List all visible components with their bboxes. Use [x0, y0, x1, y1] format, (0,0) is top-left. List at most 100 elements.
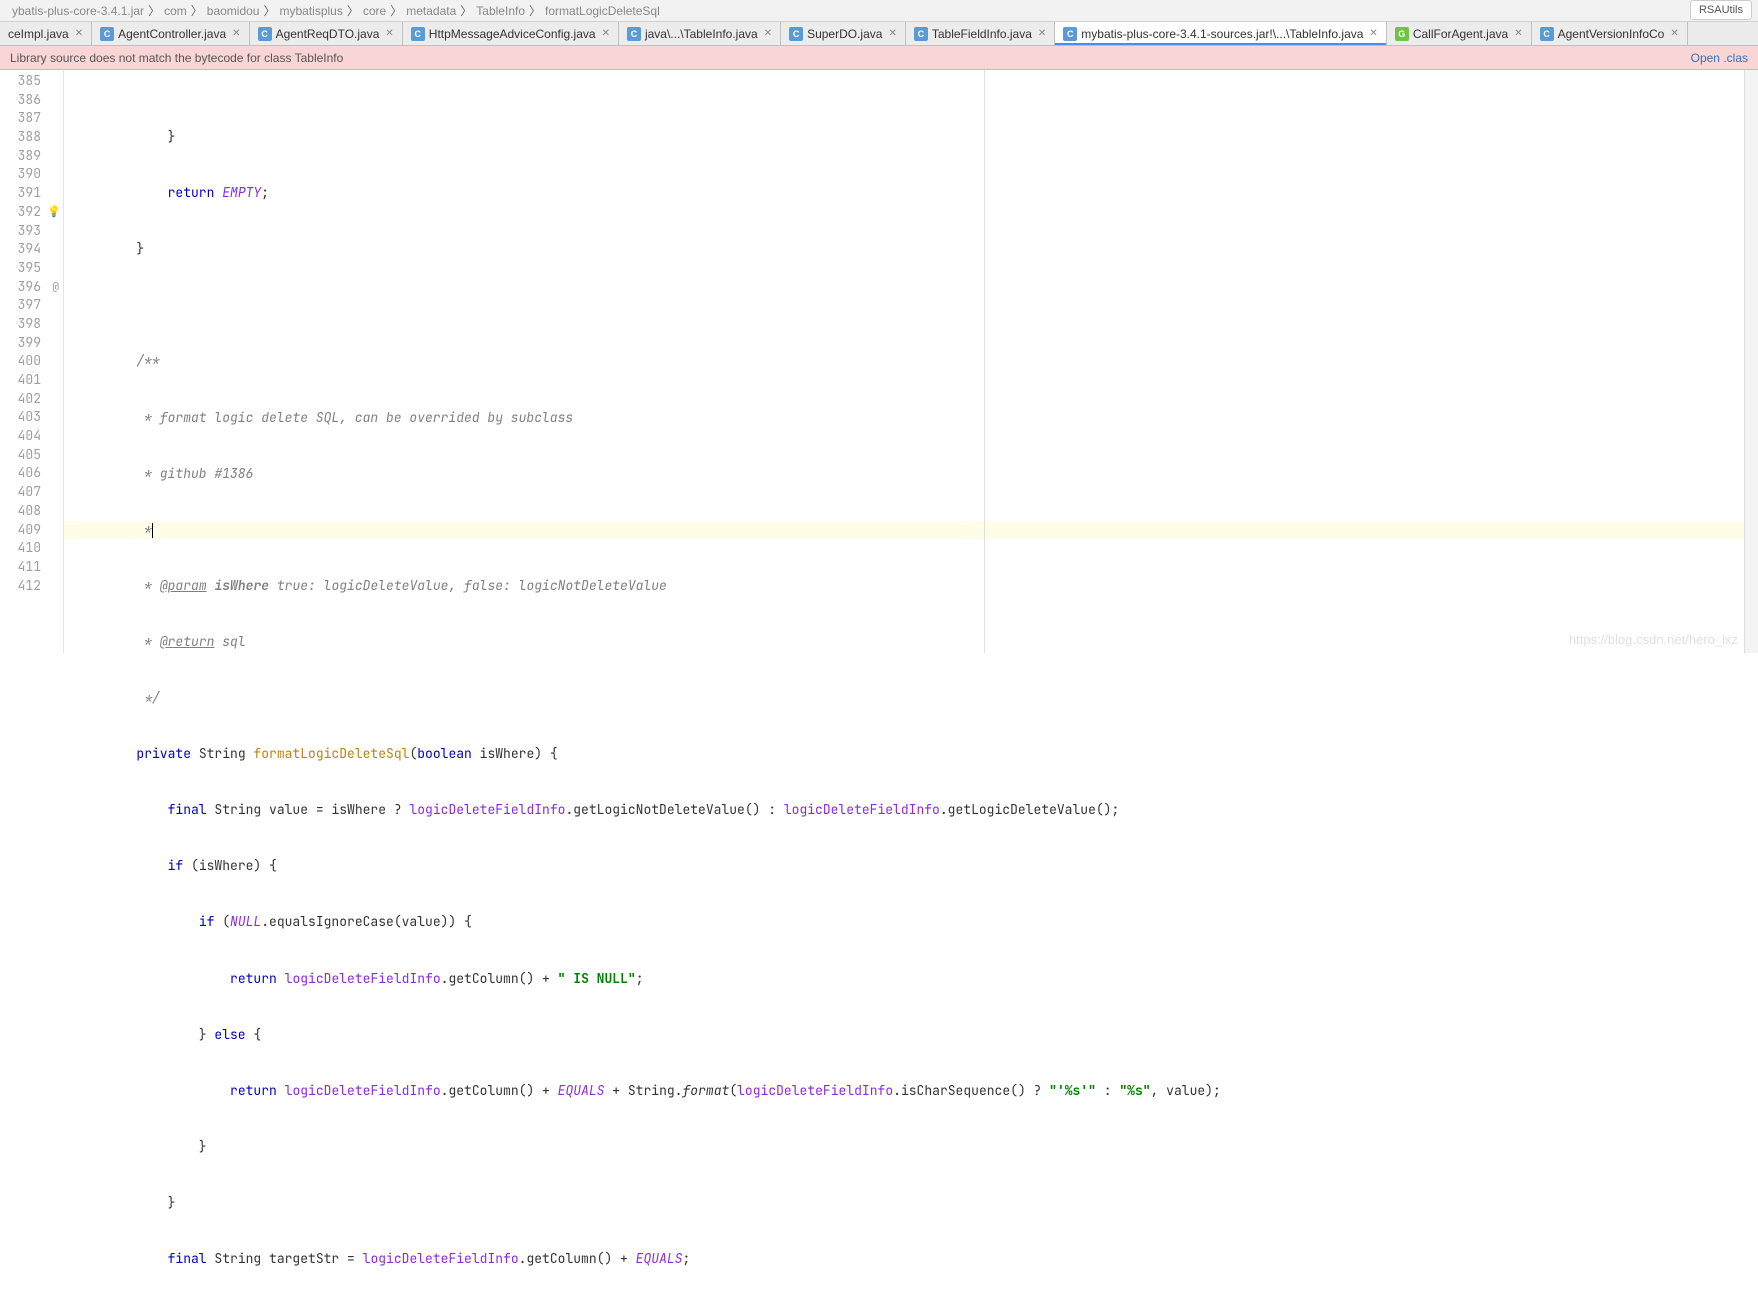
- line-386: return EMPTY;: [74, 184, 1758, 203]
- tab-6[interactable]: CTableFieldInfo.java✕: [906, 22, 1055, 45]
- watermark-text: https://blog.csdn.net/hero_lxz: [1569, 632, 1738, 647]
- tab-4[interactable]: Cjava\...\TableInfo.java✕: [619, 22, 781, 45]
- line-number-408[interactable]: 408: [0, 502, 63, 521]
- line-number-385[interactable]: 385: [0, 72, 63, 91]
- file-type-icon: C: [1063, 27, 1077, 41]
- line-number-396[interactable]: 396: [0, 278, 63, 297]
- line-391: * github #1386: [74, 465, 1758, 484]
- line-390: * format logic delete SQL, can be overri…: [74, 409, 1758, 428]
- line-number-406[interactable]: 406: [0, 464, 63, 483]
- line-399: if (NULL.equalsIgnoreCase(value)) {: [74, 913, 1758, 932]
- line-number-392[interactable]: 392: [0, 203, 63, 222]
- close-icon[interactable]: ✕: [764, 28, 772, 39]
- line-number-407[interactable]: 407: [0, 483, 63, 502]
- tab-8[interactable]: GCallForAgent.java✕: [1387, 22, 1532, 45]
- line-398: if (isWhere) {: [74, 857, 1758, 876]
- line-number-387[interactable]: 387: [0, 109, 63, 128]
- line-number-388[interactable]: 388: [0, 128, 63, 147]
- banner-text: Library source does not match the byteco…: [10, 51, 343, 65]
- close-icon[interactable]: ✕: [1514, 28, 1522, 39]
- crumb-core[interactable]: core: [363, 4, 386, 18]
- line-388: [74, 296, 1758, 315]
- line-number-398[interactable]: 398: [0, 315, 63, 334]
- line-404: }: [74, 1194, 1758, 1213]
- tab-label: HttpMessageAdviceConfig.java: [429, 27, 596, 41]
- line-number-412[interactable]: 412: [0, 577, 63, 596]
- line-number-410[interactable]: 410: [0, 539, 63, 558]
- line-number-390[interactable]: 390: [0, 165, 63, 184]
- line-number-409[interactable]: 409: [0, 521, 63, 540]
- line-number-400[interactable]: 400: [0, 352, 63, 371]
- line-393: * @param isWhere true: logicDeleteValue,…: [74, 577, 1758, 596]
- text-caret: [152, 523, 153, 538]
- close-icon[interactable]: ✕: [888, 28, 896, 39]
- close-icon[interactable]: ✕: [1038, 28, 1046, 39]
- line-number-386[interactable]: 386: [0, 91, 63, 110]
- line-number-394[interactable]: 394: [0, 240, 63, 259]
- line-392-caret[interactable]: *: [64, 521, 1748, 540]
- tab-1[interactable]: C AgentController.java ✕: [92, 22, 249, 45]
- file-type-icon: G: [1395, 27, 1409, 41]
- crumb-metadata[interactable]: metadata: [406, 4, 456, 18]
- line-number-411[interactable]: 411: [0, 558, 63, 577]
- line-387: }: [74, 240, 1758, 259]
- code-area[interactable]: } return EMPTY; } /** * format logic del…: [64, 70, 1758, 653]
- vertical-scrollbar[interactable]: [1744, 70, 1758, 653]
- line-number-403[interactable]: 403: [0, 408, 63, 427]
- close-icon[interactable]: ✕: [75, 28, 83, 39]
- line-405: final String targetStr = logicDeleteFiel…: [74, 1250, 1758, 1269]
- tab-0[interactable]: ceImpl.java ✕: [0, 22, 92, 45]
- line-number-399[interactable]: 399: [0, 334, 63, 353]
- source-mismatch-banner: Library source does not match the byteco…: [0, 46, 1758, 70]
- close-icon[interactable]: ✕: [232, 28, 240, 39]
- line-400: return logicDeleteFieldInfo.getColumn() …: [74, 970, 1758, 989]
- tab-label: AgentVersionInfoCo: [1558, 27, 1665, 41]
- file-type-icon: C: [100, 27, 114, 41]
- tab-label: ceImpl.java: [8, 27, 69, 41]
- tab-label: java\...\TableInfo.java: [645, 27, 758, 41]
- crumb-class[interactable]: TableInfo: [476, 4, 525, 18]
- line-396: private String formatLogicDeleteSql(bool…: [74, 745, 1758, 764]
- close-icon[interactable]: ✕: [1670, 28, 1678, 39]
- code-editor[interactable]: 3853863873883893903913923933943953963973…: [0, 70, 1758, 653]
- line-number-389[interactable]: 389: [0, 147, 63, 166]
- tab-5[interactable]: C SuperDO.java ✕: [781, 22, 906, 45]
- crumb-mybatisplus[interactable]: mybatisplus: [280, 4, 343, 18]
- line-number-395[interactable]: 395: [0, 259, 63, 278]
- close-icon[interactable]: ✕: [385, 28, 393, 39]
- crumb-baomidou[interactable]: baomidou: [207, 4, 260, 18]
- file-type-icon: C: [411, 27, 425, 41]
- crumb-com[interactable]: com: [164, 4, 187, 18]
- open-class-link[interactable]: Open .clas: [1691, 51, 1748, 65]
- line-number-402[interactable]: 402: [0, 390, 63, 409]
- crumb-method[interactable]: formatLogicDeleteSql: [545, 4, 660, 18]
- file-type-icon: C: [258, 27, 272, 41]
- tab-label: AgentReqDTO.java: [276, 27, 380, 41]
- tab-label: SuperDO.java: [807, 27, 882, 41]
- breadcrumb: ybatis-plus-core-3.4.1.jar〉 com〉 baomido…: [0, 0, 1758, 22]
- tab-7[interactable]: Cmybatis-plus-core-3.4.1-sources.jar!\..…: [1055, 22, 1387, 45]
- tab-label: AgentController.java: [118, 27, 226, 41]
- line-number-401[interactable]: 401: [0, 371, 63, 390]
- close-icon[interactable]: ✕: [1369, 28, 1377, 39]
- line-389: /**: [74, 352, 1758, 371]
- tab-2[interactable]: C AgentReqDTO.java ✕: [250, 22, 403, 45]
- tab-label: mybatis-plus-core-3.4.1-sources.jar!\...…: [1081, 27, 1363, 41]
- right-margin-line: [984, 70, 985, 653]
- line-number-393[interactable]: 393: [0, 222, 63, 241]
- line-number-405[interactable]: 405: [0, 446, 63, 465]
- line-number-391[interactable]: 391: [0, 184, 63, 203]
- tab-3[interactable]: C HttpMessageAdviceConfig.java ✕: [403, 22, 619, 45]
- line-385: }: [74, 128, 1758, 147]
- line-number-404[interactable]: 404: [0, 427, 63, 446]
- crumb-jar[interactable]: ybatis-plus-core-3.4.1.jar: [12, 4, 144, 18]
- line-402: return logicDeleteFieldInfo.getColumn() …: [74, 1082, 1758, 1101]
- close-icon[interactable]: ✕: [602, 28, 610, 39]
- top-right-button[interactable]: RSAUtils: [1690, 0, 1752, 20]
- line-number-397[interactable]: 397: [0, 296, 63, 315]
- line-403: }: [74, 1138, 1758, 1157]
- file-type-icon: C: [1540, 27, 1554, 41]
- line-gutter: 3853863873883893903913923933943953963973…: [0, 70, 64, 653]
- file-type-icon: C: [789, 27, 803, 41]
- tab-9[interactable]: C AgentVersionInfoCo ✕: [1532, 22, 1688, 45]
